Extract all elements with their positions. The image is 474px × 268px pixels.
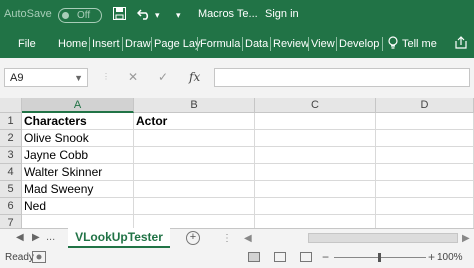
tab-formulas[interactable]: Formula [200,38,240,50]
zoom-out-button[interactable]: − [322,250,329,264]
column-header-b[interactable]: B [134,98,255,113]
row-header[interactable]: 5 [0,181,22,198]
cell-a2[interactable]: Olive Snook [22,130,134,147]
drag-handle-icon[interactable]: ⋮ [102,69,110,85]
undo-dropdown-icon[interactable]: ▾ [155,6,160,24]
tab-developer[interactable]: Develop [339,38,379,50]
ribbon-tabs: File Home Insert Draw Page Lay Formula D… [0,30,474,58]
cell-a5[interactable]: Mad Sweeny [22,181,134,198]
cell-c2[interactable] [255,130,376,147]
tab-separator [336,37,337,51]
row-header[interactable]: 2 [0,130,22,147]
undo-icon[interactable] [136,6,151,24]
cell-a4[interactable]: Walter Skinner [22,164,134,181]
share-icon[interactable] [454,36,468,53]
tab-separator [308,37,309,51]
prev-sheet-icon[interactable]: ◀ [16,232,24,243]
formula-input[interactable] [214,68,470,87]
tab-page-layout[interactable]: Page Lay [154,38,200,50]
cell-a6[interactable]: Ned [22,198,134,215]
title-bar: AutoSave Off ▾ ▾ Macros Te... Sign in [0,0,474,30]
enter-icon[interactable]: ✓ [158,69,168,85]
column-header-d[interactable]: D [376,98,474,113]
autosave-toggle[interactable]: Off [58,8,102,23]
tell-me-search[interactable]: Tell me [402,38,437,50]
tab-view[interactable]: View [311,38,335,50]
zoom-in-button[interactable]: + [428,250,435,264]
tab-separator [382,37,383,51]
tab-separator [122,37,123,51]
cell-d5[interactable] [376,181,474,198]
normal-view-icon[interactable] [248,252,260,262]
cell-c3[interactable] [255,147,376,164]
column-header-a[interactable]: A [22,98,134,113]
scroll-right-icon[interactable]: ▶ [462,233,470,244]
autosave-label: AutoSave [4,8,52,20]
lightbulb-icon[interactable] [388,36,398,53]
tab-review[interactable]: Review [273,38,309,50]
tab-separator [270,37,271,51]
scroll-left-icon[interactable]: ◀ [244,233,252,244]
tab-separator [197,37,198,51]
more-sheets-button[interactable]: ... [46,231,55,243]
zoom-slider-thumb[interactable] [378,253,381,262]
save-icon[interactable] [113,6,126,24]
cell-c5[interactable] [255,181,376,198]
cell-d3[interactable] [376,147,474,164]
tab-draw[interactable]: Draw [125,38,151,50]
sheet-tab-vlookuptester[interactable]: VLookUpTester [68,228,170,248]
sheet-tab-bar: ◀ ▶ ... VLookUpTester + ⋮ ◀ ▶ [0,228,474,248]
horizontal-scrollbar[interactable] [308,233,458,243]
next-sheet-icon[interactable]: ▶ [32,232,40,243]
row-header[interactable]: 6 [0,198,22,215]
zoom-level[interactable]: 100% [437,252,463,263]
row-header[interactable]: 1 [0,113,22,130]
cell-b5[interactable] [134,181,255,198]
tab-data[interactable]: Data [245,38,268,50]
cell-a1[interactable]: Characters [22,113,134,130]
column-header-c[interactable]: C [255,98,376,113]
autosave-state: Off [77,10,91,21]
name-box-value: A9 [10,72,24,84]
tab-separator [242,37,243,51]
select-all-button[interactable] [0,98,22,113]
name-box[interactable]: A9 ▼ [4,68,88,87]
cell-b3[interactable] [134,147,255,164]
tab-home[interactable]: Home [58,38,87,50]
row-header[interactable]: 3 [0,147,22,164]
cell-c1[interactable] [255,113,376,130]
cell-b1[interactable]: Actor [134,113,255,130]
worksheet-grid: A B C D 1 Characters Actor 2 Olive Snook 3 Jay… [0,98,474,232]
status-bar: Ready − + 100% [0,248,474,268]
cell-d6[interactable] [376,198,474,215]
cell-d2[interactable] [376,130,474,147]
insert-function-icon[interactable]: fx [189,69,200,85]
drag-handle-icon[interactable]: ⋮ [222,233,232,244]
formula-bar: A9 ▼ ⋮ ✕ ✓ fx [0,58,474,98]
cell-c6[interactable] [255,198,376,215]
cell-b2[interactable] [134,130,255,147]
status-text: Ready [5,252,34,263]
cancel-icon[interactable]: ✕ [128,69,138,85]
cell-a3[interactable]: Jayne Cobb [22,147,134,164]
toggle-knob [62,12,69,19]
cell-d4[interactable] [376,164,474,181]
page-break-preview-icon[interactable] [300,252,312,262]
tab-separator [89,37,90,51]
cell-c4[interactable] [255,164,376,181]
cell-b4[interactable] [134,164,255,181]
page-layout-view-icon[interactable] [274,252,286,262]
macro-record-icon[interactable] [32,251,46,266]
document-title: Macros Te... [198,8,258,20]
chevron-down-icon[interactable]: ▼ [74,69,83,88]
tab-file[interactable]: File [18,38,36,50]
tab-insert[interactable]: Insert [92,38,120,50]
sign-in-link[interactable]: Sign in [265,8,299,20]
tab-separator [151,37,152,51]
cell-d1[interactable] [376,113,474,130]
add-sheet-button[interactable]: + [186,231,200,245]
row-header[interactable]: 4 [0,164,22,181]
cell-b6[interactable] [134,198,255,215]
customize-qat-icon[interactable]: ▾ [176,6,181,24]
